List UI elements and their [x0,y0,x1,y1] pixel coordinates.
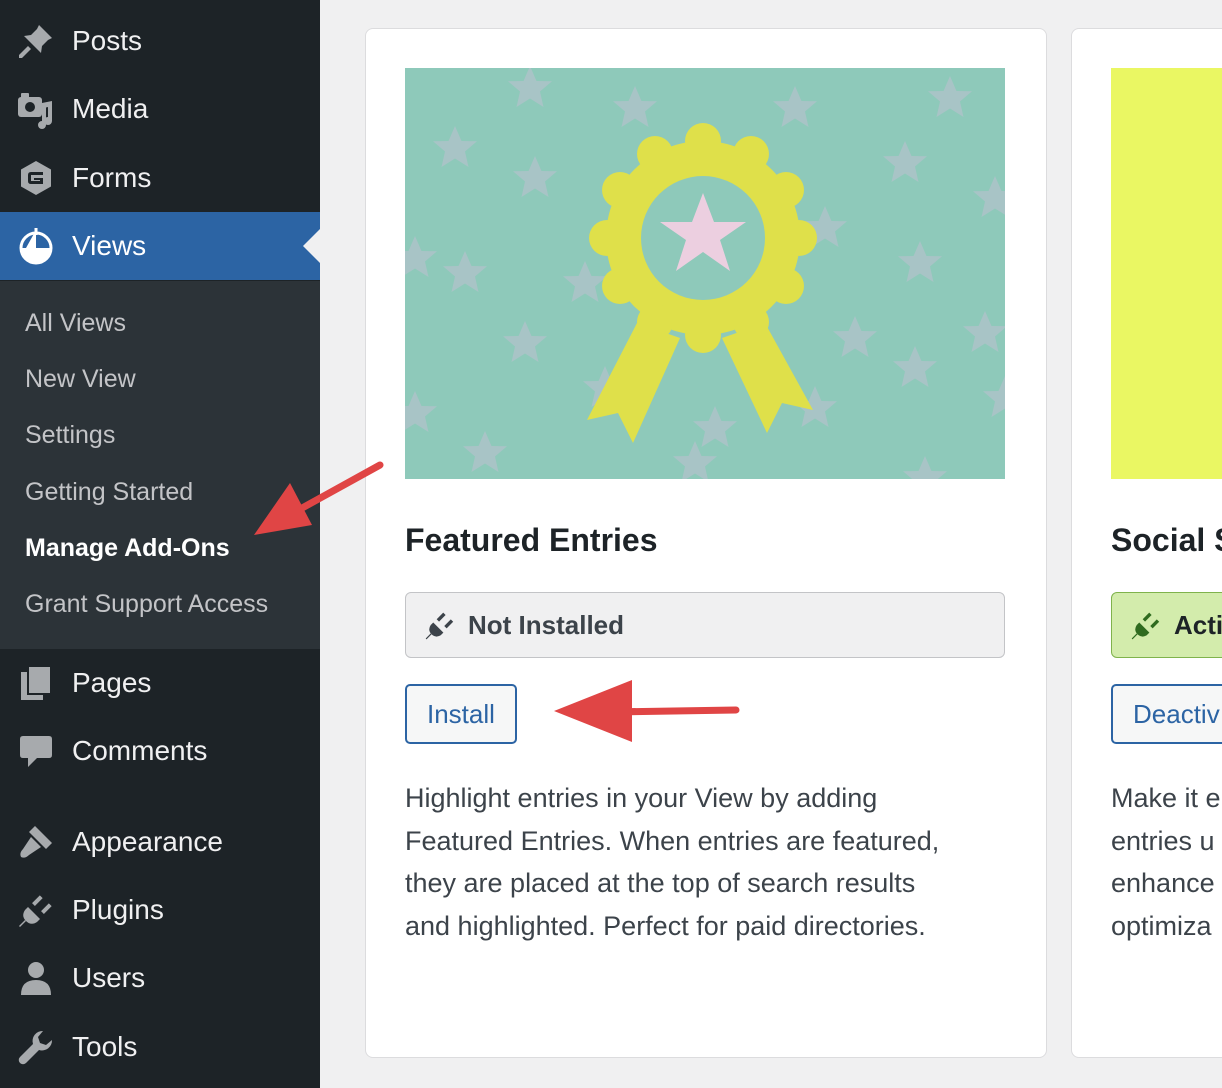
menu-item-media[interactable]: Media [0,75,320,143]
addon-thumbnail [1111,68,1222,479]
menu-item-forms[interactable]: Forms [0,144,320,212]
addon-thumbnail [405,68,1005,479]
addon-title: Featured Entries [405,522,658,558]
submenu-new-view[interactable]: New View [25,365,136,394]
addon-status-badge: Acti [1111,592,1222,658]
install-button[interactable]: Install [405,684,517,744]
deactivate-button[interactable]: Deactiv [1111,684,1222,744]
media-icon [16,89,56,129]
gravity-forms-icon [16,158,56,198]
admin-sidebar: Posts Media Forms Views All Views New Vi… [0,0,320,1088]
addon-title: Social S [1111,522,1222,558]
menu-label: Pages [72,667,152,698]
submenu-settings[interactable]: Settings [25,421,115,450]
menu-item-pages[interactable]: Pages [0,649,320,717]
pushpin-icon [16,21,56,61]
menu-item-tools[interactable]: Tools [0,1013,320,1081]
user-icon [16,958,56,998]
addon-description: Highlight entries in your View by adding… [405,777,1005,947]
menu-label: Plugins [72,894,164,925]
description-line: Highlight entries in your View by adding [405,783,878,813]
addon-status-badge: Not Installed [405,592,1005,658]
description-line: they are placed at the top of search res… [405,868,916,898]
views-submenu: All Views New View Settings Getting Star… [0,281,320,649]
active-indicator [303,229,320,263]
submenu-getting-started[interactable]: Getting Started [25,478,193,507]
pages-icon [16,663,56,703]
menu-label: Comments [72,735,208,766]
menu-label: Appearance [72,826,224,857]
menu-item-views[interactable]: Views [0,212,320,280]
menu-label: Views [72,230,147,261]
views-icon [16,226,56,266]
description-line: optimiza [1111,910,1212,941]
comment-icon [16,731,56,771]
paintbrush-icon [16,822,56,862]
menu-item-plugins[interactable]: Plugins [0,876,320,944]
menu-item-comments[interactable]: Comments [0,717,320,785]
addon-card-featured-entries: Featured Entries Not Installed Install H… [365,28,1047,1058]
menu-item-users[interactable]: Users [0,944,320,1012]
submenu-all-views[interactable]: All Views [25,309,126,338]
addon-card-social-sharing: Social S Acti Deactiv Make it e entries … [1071,28,1222,1058]
description-line: enhance [1111,868,1215,898]
submenu-manage-add-ons[interactable]: Manage Add-Ons [25,534,230,563]
plugin-icon [16,890,56,930]
submenu-grant-support-access[interactable]: Grant Support Access [25,590,268,619]
menu-label: Tools [72,1031,138,1062]
description-line: and highlighted. Perfect for paid direct… [405,910,926,941]
plugin-icon [1130,609,1162,641]
menu-label: Posts [72,25,143,56]
addon-description: Make it e entries u enhance optimiza [1111,777,1222,947]
menu-item-appearance[interactable]: Appearance [0,808,320,876]
addon-status-text: Not Installed [468,609,625,640]
wrench-icon [16,1027,56,1067]
description-line: Featured Entries. When entries are featu… [405,825,940,856]
menu-item-posts[interactable]: Posts [0,7,320,75]
addon-status-text: Acti [1174,609,1222,640]
plugin-icon [424,609,456,641]
description-line: Make it e [1111,783,1221,813]
menu-label: Forms [72,162,152,193]
description-line: entries u [1111,825,1215,856]
menu-label: Media [72,93,149,124]
menu-label: Users [72,962,146,993]
